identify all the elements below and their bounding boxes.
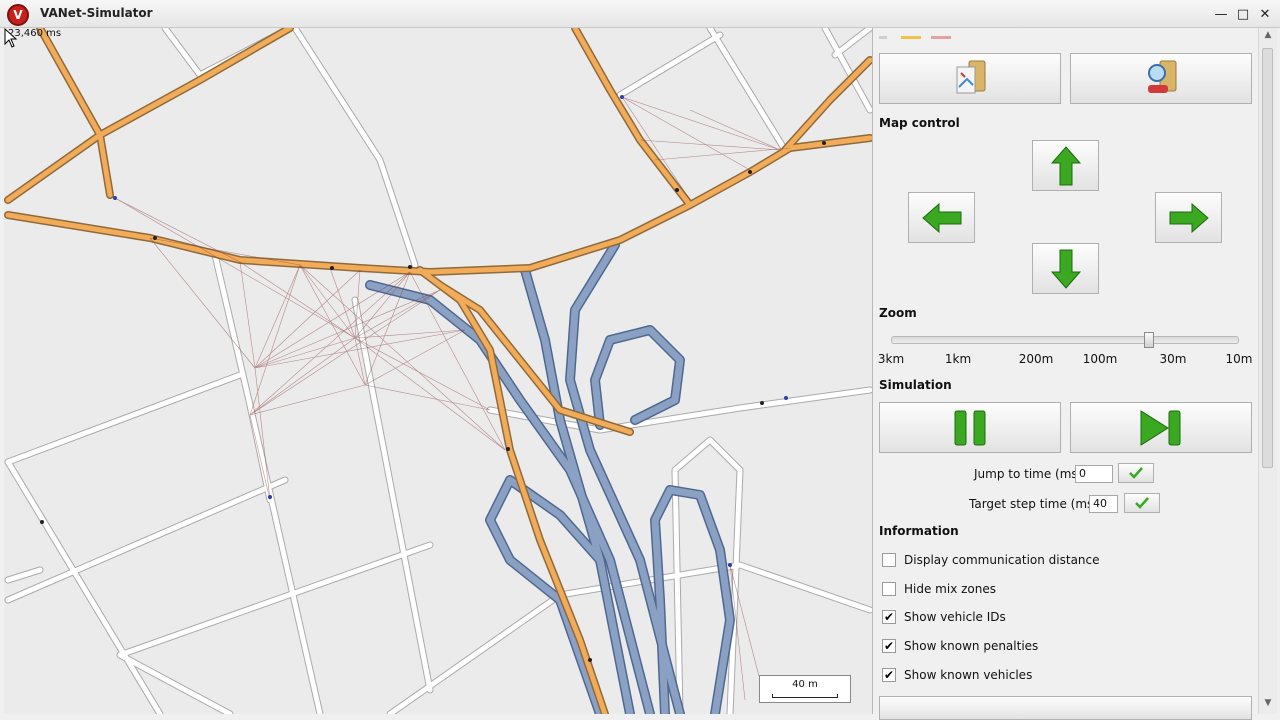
jump-to-time-input[interactable]: 0	[1075, 465, 1113, 483]
pan-down-button[interactable]	[1032, 243, 1099, 294]
close-button[interactable]: ✕	[1254, 3, 1276, 25]
open-map-button[interactable]	[879, 53, 1061, 104]
jump-to-time-label: Jump to time (ms):	[974, 467, 1087, 481]
show-known-penalties-label: Show known penalties	[904, 639, 1039, 653]
open-scenario-button[interactable]	[1070, 53, 1252, 104]
map-scale-indicator: 40 m	[759, 675, 851, 703]
scroll-down-icon[interactable]: ▼	[1262, 698, 1274, 710]
panel-header-strip	[879, 28, 959, 39]
zoom-tick-1km: 1km	[944, 352, 972, 366]
step-forward-button[interactable]	[1070, 402, 1252, 453]
show-known-vehicles-checkbox[interactable]: ✔	[882, 668, 896, 682]
checkmark-icon	[1129, 467, 1143, 479]
information-title: Information	[879, 524, 959, 538]
show-known-penalties-row[interactable]: ✔ Show known penalties	[882, 637, 1038, 655]
pan-right-button[interactable]	[1155, 192, 1222, 243]
show-vehicle-ids-checkbox[interactable]: ✔	[882, 610, 896, 624]
arrow-down-icon	[1050, 249, 1081, 289]
zoom-tick-3km: 3km	[877, 352, 905, 366]
show-vehicle-ids-row[interactable]: ✔ Show vehicle IDs	[882, 608, 1006, 626]
scale-bar	[772, 694, 838, 698]
display-communication-distance-label: Display communication distance	[904, 553, 1100, 567]
control-panel: Map control Zoom 3km 1km 200m 100m 30m 1…	[873, 28, 1258, 720]
panel-scrollbar[interactable]: ▲ ▼	[1258, 28, 1277, 714]
target-step-time-input[interactable]: 40	[1089, 495, 1118, 513]
simulation-title: Simulation	[879, 378, 952, 392]
map-canvas[interactable]: 23,460 ms 40 m	[4, 28, 873, 714]
show-known-vehicles-label: Show known vehicles	[904, 668, 1033, 682]
main-roads	[4, 28, 872, 714]
zoom-tick-100m: 100m	[1082, 352, 1118, 366]
hide-mix-zones-row[interactable]: Hide mix zones	[882, 580, 996, 598]
zoom-title: Zoom	[879, 306, 917, 320]
map-control-title: Map control	[879, 116, 960, 130]
maximize-button[interactable]: □	[1232, 3, 1254, 25]
zoom-slider-track[interactable]	[891, 336, 1239, 344]
arrow-up-icon	[1050, 145, 1081, 185]
next-panel-button-partial[interactable]	[879, 696, 1252, 720]
road-network	[4, 28, 872, 714]
hide-mix-zones-label: Hide mix zones	[904, 582, 996, 596]
target-step-time-label: Target step time (ms):	[969, 497, 1102, 511]
display-communication-distance-checkbox[interactable]	[882, 553, 896, 567]
target-step-time-apply-button[interactable]	[1124, 493, 1160, 513]
minimize-button[interactable]: —	[1210, 3, 1232, 25]
scroll-up-icon[interactable]: ▲	[1262, 30, 1274, 42]
display-communication-distance-row[interactable]: Display communication distance	[882, 551, 1100, 569]
zoom-tick-200m: 200m	[1018, 352, 1054, 366]
pan-left-button[interactable]	[908, 192, 975, 243]
show-known-penalties-checkbox[interactable]: ✔	[882, 639, 896, 653]
scale-label: 40 m	[792, 679, 818, 690]
minor-roads	[4, 28, 872, 714]
open-scenario-icon	[1148, 60, 1177, 93]
pause-button[interactable]	[879, 402, 1061, 453]
show-vehicle-ids-label: Show vehicle IDs	[904, 610, 1006, 624]
app-logo: V	[7, 4, 29, 26]
show-known-vehicles-row[interactable]: ✔ Show known vehicles	[882, 666, 1032, 684]
window-title: VANet-Simulator	[40, 6, 153, 20]
open-map-icon	[956, 60, 986, 93]
pan-up-button[interactable]	[1032, 140, 1099, 191]
scrollbar-thumb[interactable]	[1262, 48, 1273, 468]
pause-icon	[954, 410, 986, 445]
step-forward-icon	[1140, 409, 1181, 446]
vehicle-markers	[40, 95, 826, 662]
zoom-slider-thumb[interactable]	[1143, 332, 1154, 348]
arrow-left-icon	[921, 202, 961, 233]
title-bar: V VANet-Simulator — □ ✕	[0, 0, 1280, 28]
communication-links	[114, 96, 791, 701]
mouse-cursor-icon	[4, 28, 18, 48]
hide-mix-zones-checkbox[interactable]	[882, 582, 896, 596]
zoom-tick-30m: 30m	[1159, 352, 1187, 366]
zoom-tick-10m: 10m	[1225, 352, 1253, 366]
checkmark-icon	[1135, 497, 1149, 509]
jump-to-time-apply-button[interactable]	[1118, 463, 1154, 483]
arrow-right-icon	[1169, 202, 1209, 233]
